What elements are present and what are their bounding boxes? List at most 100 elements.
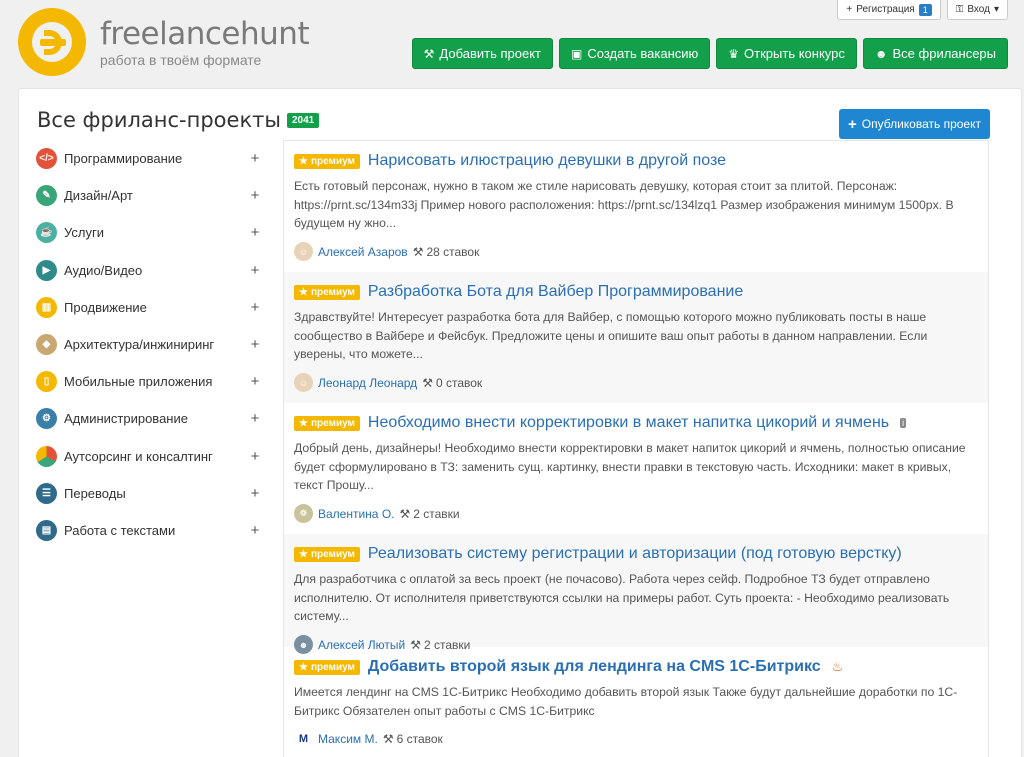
star-icon: ★ [299, 286, 308, 298]
category-item-audio-video[interactable]: ▶ Аудио/Видео + [36, 252, 262, 289]
expand-plus-icon[interactable]: + [248, 299, 262, 316]
category-item-programming[interactable]: </> Программирование + [36, 140, 262, 177]
author-link[interactable]: Леонард Леонард [318, 376, 417, 390]
open-contest-label: Открыть конкурс [744, 46, 845, 61]
project-list: ★ премиум Нарисовать илюстрацию девушки в… [283, 140, 989, 757]
pie-icon [36, 445, 57, 467]
register-label: Регистрация [856, 4, 915, 15]
document-icon: ▤ [36, 519, 57, 541]
category-item-translations[interactable]: ☰ Переводы + [36, 475, 262, 512]
category-item-texts[interactable]: ▤ Работа с текстами + [36, 512, 262, 549]
trophy-icon: ♛ [728, 46, 740, 61]
category-item-outsourcing[interactable]: Аутсорсинг и консалтинг + [36, 438, 262, 475]
category-label: Мобильные приложения [64, 374, 213, 390]
page-title-text: Все фриланс-проекты [37, 108, 281, 132]
avatar[interactable]: M [294, 729, 313, 749]
category-label: Программирование [64, 151, 183, 167]
star-icon: ★ [299, 155, 308, 167]
gavel-icon: ⚒ [412, 244, 424, 259]
category-label: Аудио/Видео [64, 262, 143, 278]
all-freelancers-label: Все фрилансеры [892, 46, 997, 61]
category-item-architecture[interactable]: ◆ Архитектура/инжиниринг + [36, 326, 262, 363]
create-vacancy-label: Создать вакансию [587, 46, 699, 61]
main-nav: ⚒ Добавить проект ▣ Создать вакансию ♛ О… [411, 38, 1008, 69]
category-label: Администрирование [64, 411, 188, 427]
caret-down-icon: ▾ [993, 4, 999, 15]
bids-count: 2 ставки [413, 506, 460, 521]
expand-plus-icon[interactable]: + [248, 373, 262, 390]
phone-icon: ▯ [36, 371, 57, 393]
gavel-icon: ⚒ [382, 732, 394, 746]
avatar[interactable]: ❁ [294, 504, 313, 523]
category-label: Переводы [64, 485, 126, 501]
bids-count: 6 ставок [396, 732, 443, 746]
category-label: Аутсорсинг и консалтинг [64, 448, 213, 464]
project-description: Здравствуйте! Интересует разработка бота… [294, 310, 928, 361]
project-count-badge: 2041 [286, 112, 320, 128]
premium-label: премиум [310, 155, 355, 167]
category-item-mobile[interactable]: ▯ Мобильные приложения + [36, 363, 262, 400]
author-link[interactable]: Валентина О. [318, 507, 394, 521]
category-item-promotion[interactable]: ▥ Продвижение + [36, 289, 262, 326]
project-title-link[interactable]: Нарисовать илюстрацию девушки в другой п… [368, 152, 726, 170]
open-contest-button[interactable]: ♛ Открыть конкурс [716, 38, 857, 69]
author-link[interactable]: Максим М. [318, 732, 378, 746]
gavel-icon: ⚒ [399, 506, 411, 521]
premium-badge: ★ премиум [294, 153, 360, 169]
category-item-design[interactable]: ✎ Дизайн/Арт + [36, 177, 262, 214]
premium-badge: ★ премиум [294, 415, 360, 431]
login-button[interactable]: ⚿ Вход ▾ [946, 0, 1008, 20]
star-icon: ★ [299, 548, 308, 560]
expand-plus-icon[interactable]: + [248, 485, 262, 502]
expand-plus-icon[interactable]: + [248, 150, 262, 167]
premium-label: премиум [310, 661, 355, 673]
book-icon: ☰ [36, 482, 57, 504]
project-description: Есть готовый персонаж, нужно в таком же … [294, 179, 954, 230]
project-description: Для разработчика с оплатой за весь проек… [294, 572, 950, 623]
expand-plus-icon[interactable]: + [248, 448, 262, 465]
project-description: Добрый день, дизайнеры! Необходимо внест… [294, 441, 966, 492]
premium-badge: ★ премиум [294, 546, 360, 562]
logo-mark-icon [18, 8, 86, 76]
star-icon: ★ [299, 417, 308, 429]
plus-icon: + [846, 4, 853, 15]
premium-badge: ★ премиум [294, 284, 360, 300]
login-label: Вход [967, 4, 990, 15]
create-vacancy-button[interactable]: ▣ Создать вакансию [559, 38, 711, 69]
expand-plus-icon[interactable]: + [248, 187, 262, 204]
page-title: Все фриланс-проекты 2041 [37, 108, 320, 132]
brand-name: freelancehunt [100, 15, 310, 52]
category-item-administration[interactable]: ⚙ Администрирование + [36, 400, 262, 437]
premium-label: премиум [310, 548, 355, 560]
expand-plus-icon[interactable]: + [248, 336, 262, 353]
register-button[interactable]: + Регистрация 1 [837, 0, 941, 20]
avatar[interactable]: ☺ [294, 373, 313, 392]
publish-project-label: Опубликовать проект [861, 117, 981, 131]
project-title-link[interactable]: Добавить второй язык для лендинга на CMS… [368, 658, 821, 676]
site-logo[interactable]: freelancehunt работа в твоём формате [18, 8, 310, 76]
box-icon: ◆ [36, 334, 57, 356]
project-item: ★ премиум Реализовать систему регистрации… [284, 534, 988, 654]
film-icon: ▶ [36, 259, 57, 281]
expand-plus-icon[interactable]: + [248, 224, 262, 241]
info-icon: i [900, 418, 907, 428]
brand-tagline: работа в твоём формате [100, 51, 262, 68]
project-title-link[interactable]: Реализовать систему регистрации и автори… [368, 545, 902, 563]
fire-icon: ♨ [831, 659, 844, 674]
all-freelancers-button[interactable]: ☻ Все фрилансеры [862, 38, 1008, 69]
key-icon: ⚿ [955, 4, 964, 15]
add-project-button[interactable]: ⚒ Добавить проект [411, 38, 554, 69]
expand-plus-icon[interactable]: + [248, 262, 262, 279]
code-icon: </> [36, 148, 57, 170]
plus-icon: + [848, 115, 857, 133]
publish-project-button[interactable]: + Опубликовать проект [839, 109, 990, 139]
expand-plus-icon[interactable]: + [248, 522, 262, 539]
author-link[interactable]: Алексей Азаров [318, 245, 408, 259]
bids-count: 28 ставок [426, 244, 480, 259]
category-item-services[interactable]: ☕ Услуги + [36, 214, 262, 251]
avatar[interactable]: ☺ [294, 242, 313, 261]
project-title-link[interactable]: Необходимо внести корректировки в макет … [368, 414, 889, 432]
category-label: Дизайн/Арт [64, 188, 133, 204]
expand-plus-icon[interactable]: + [248, 410, 262, 427]
project-title-link[interactable]: Разбработка Бота для Вайбер Программиров… [368, 283, 743, 301]
